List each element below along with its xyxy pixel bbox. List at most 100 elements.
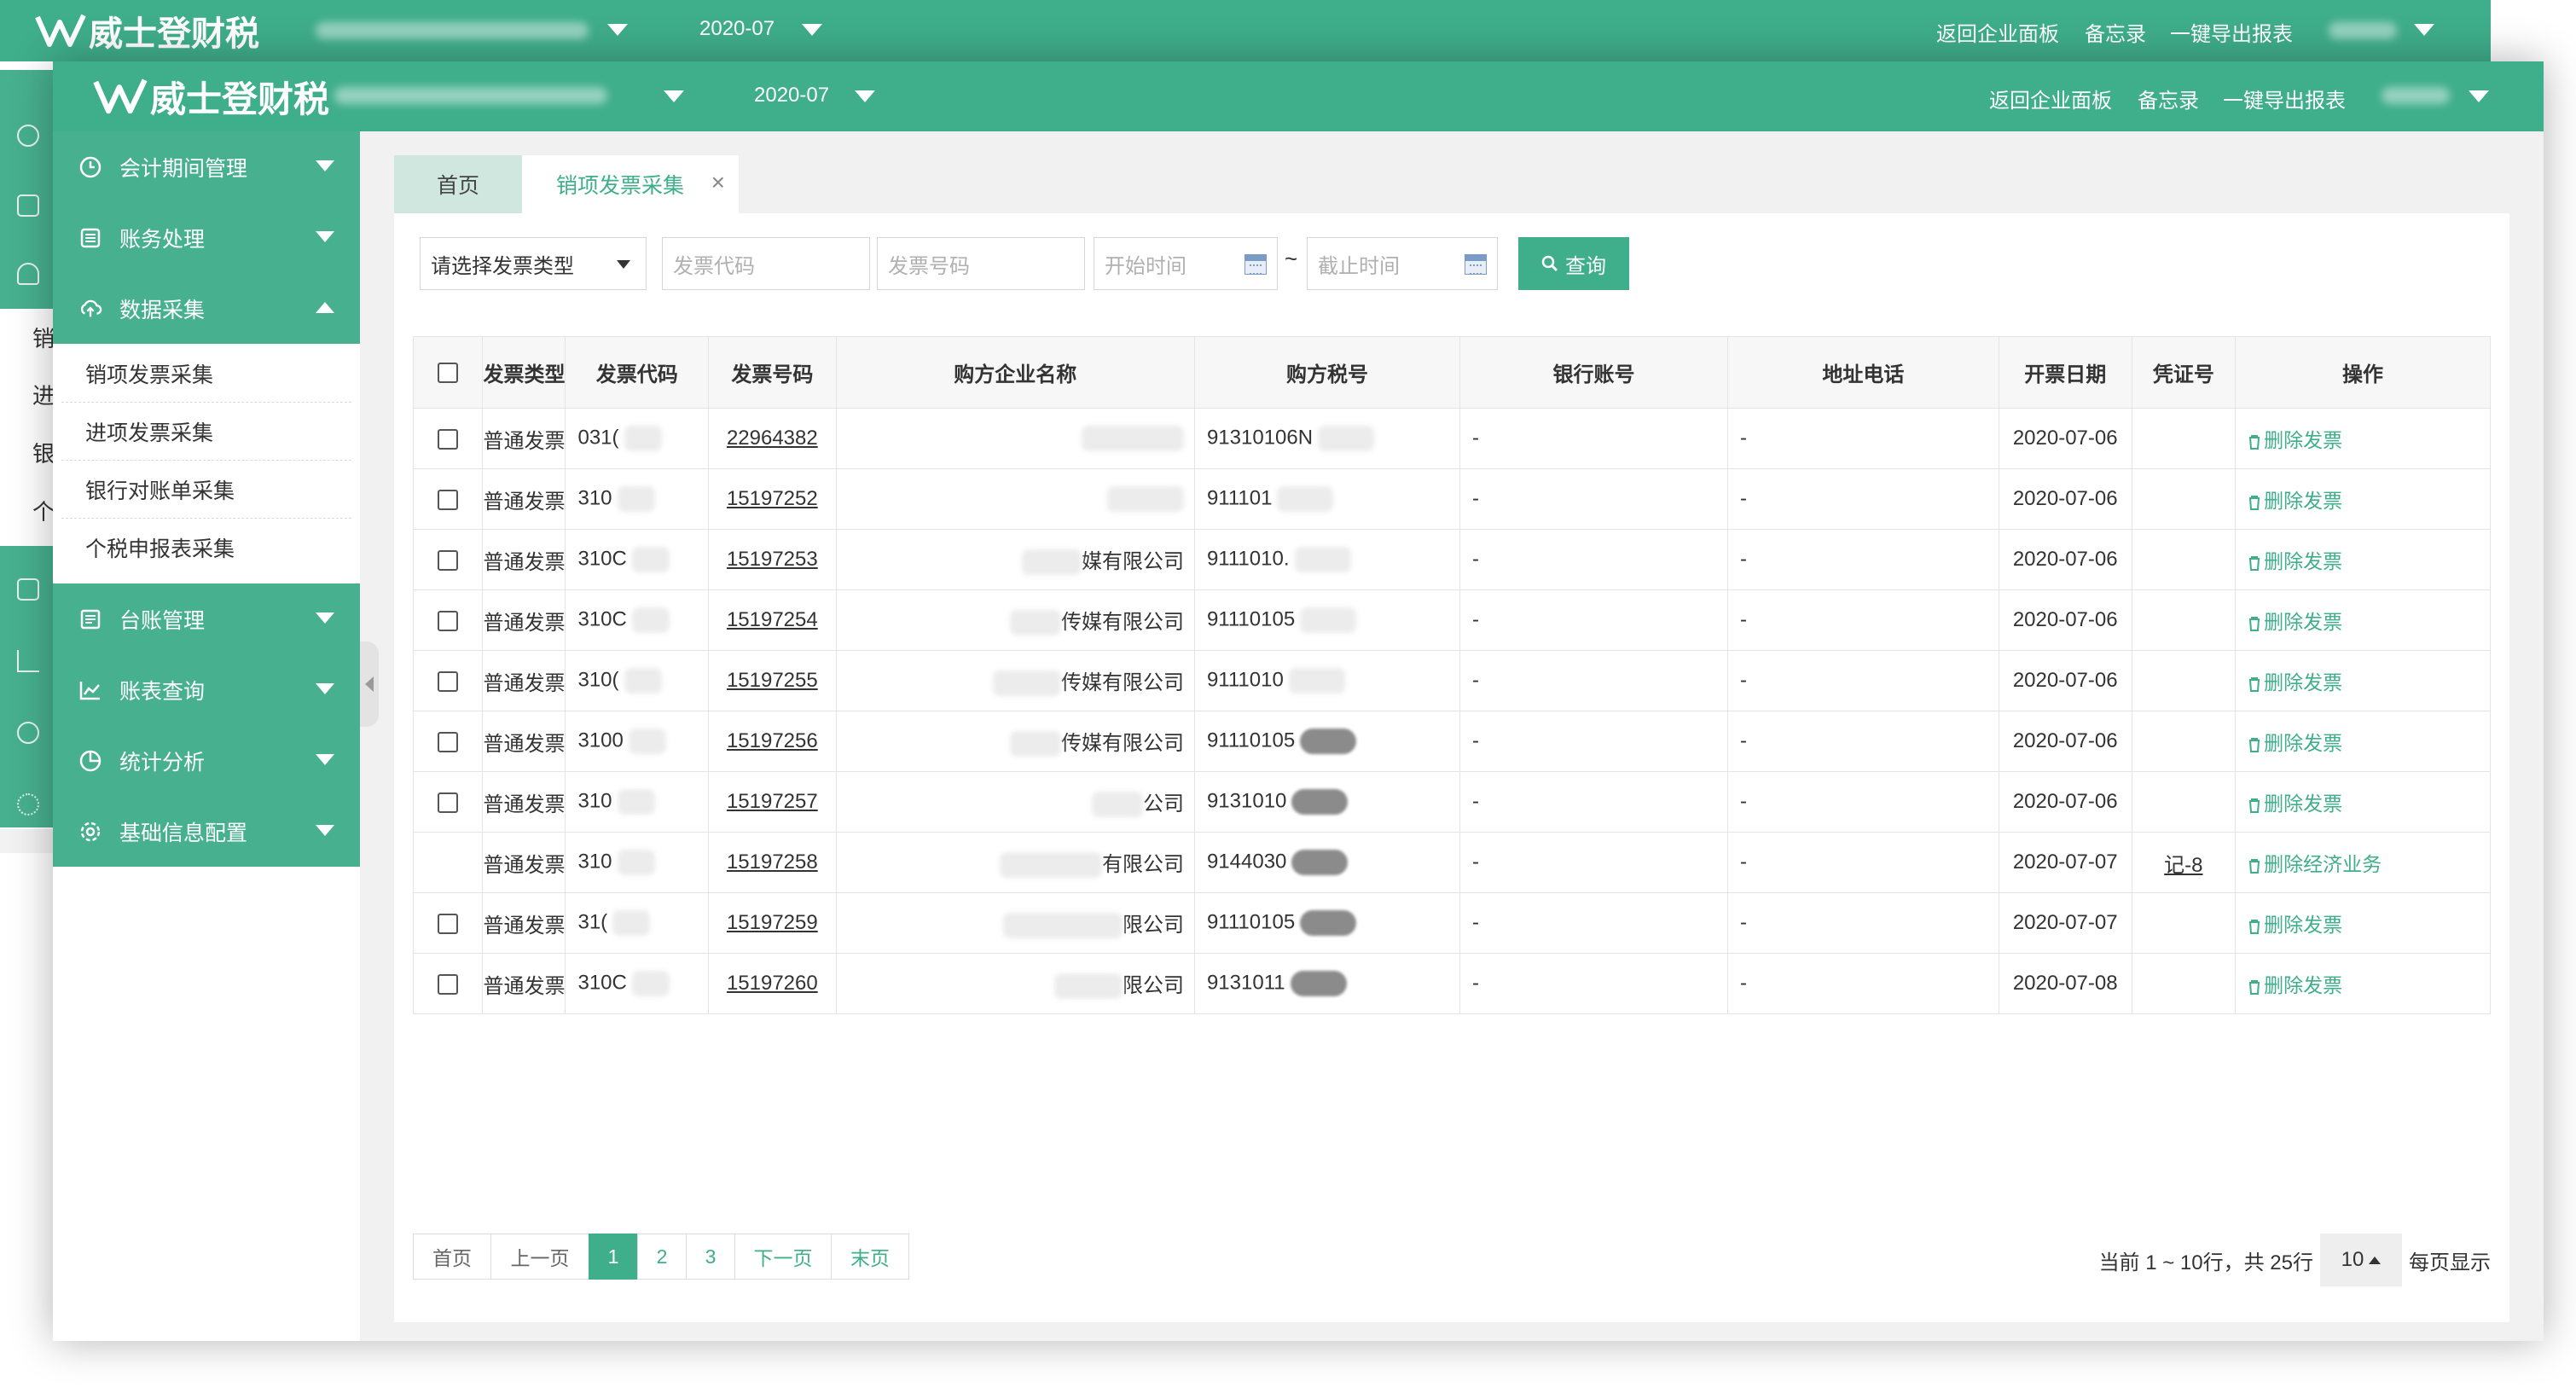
cell-invoice-number[interactable]: 22964382 [708,408,837,469]
logo[interactable]: 威士登财税 [92,72,329,121]
cell-invoice-number[interactable]: 15197253 [708,529,837,590]
checkbox-cell[interactable] [412,892,484,954]
invoice-number-link[interactable]: 15197252 [727,487,818,510]
delete-action-link[interactable]: 删除发票 [2248,490,2342,512]
invoice-number-link[interactable]: 15197253 [727,548,818,571]
cell-invoice-number[interactable]: 15197256 [708,711,837,772]
link-return-dashboard[interactable]: 返回企业面板 [1989,84,2112,113]
page-size-select[interactable]: 10 [2320,1234,2402,1286]
invoice-code-input[interactable]: 发票代码 [662,237,870,290]
table-row[interactable]: 普通发票 310(15197255 传媒有限公司 9111010- -2020-07-0… [412,650,2491,711]
calendar-icon[interactable] [1244,254,1267,275]
select-all-cell[interactable] [412,336,484,409]
checkbox-cell[interactable] [412,650,484,711]
checkbox-cell[interactable] [412,468,484,530]
sidebar-collapse-toggle[interactable] [360,641,379,727]
redacted-company-selector[interactable] [334,87,607,104]
sidebar-item-bank-statement[interactable]: 银行对账单采集 [61,461,351,519]
invoice-number-link[interactable]: 15197257 [727,790,818,813]
invoice-number-link[interactable]: 22964382 [727,427,818,450]
table-row[interactable]: 普通发票 310C 15197260 限公司 9131011- -2020-07-08 删除… [412,953,2491,1014]
checkbox-cell[interactable] [412,408,484,469]
sidebar-group-accounting-period[interactable]: 会计期间管理 [53,131,360,202]
row-checkbox[interactable] [438,670,459,692]
start-time-input[interactable]: 开始时间 [1094,237,1278,290]
invoice-number-link[interactable]: 15197260 [727,972,818,995]
page-first-button[interactable]: 首页 [413,1234,491,1280]
table-row[interactable]: 普通发票 031(22964382 91310106N - -2020-07-06 删除发… [412,408,2491,469]
cell-invoice-number[interactable]: 15197254 [708,589,837,651]
calendar-icon[interactable] [1465,254,1487,275]
sidebar-group-data-collection[interactable]: 数据采集 [53,273,360,344]
cell-voucher[interactable] [2131,408,2237,469]
close-icon[interactable]: × [711,169,725,196]
sidebar-item-sales-invoice[interactable]: 销项发票采集 [61,345,351,403]
row-checkbox[interactable] [438,549,459,571]
table-row[interactable]: 普通发票 3100 15197256 传媒有限公司 91110105- -2020-07-… [412,711,2491,772]
delete-action-link[interactable]: 删除发票 [2248,550,2342,572]
row-checkbox[interactable] [438,913,459,934]
checkbox-cell[interactable] [412,953,484,1014]
redacted-user-menu[interactable] [2382,87,2450,104]
table-row[interactable]: 普通发票 31(15197259 限公司 91110105- -2020-07-07 删除… [412,892,2491,954]
row-checkbox[interactable] [438,610,459,631]
row-checkbox[interactable] [438,792,459,813]
sidebar-item-income-tax-report[interactable]: 个税申报表采集 [61,519,351,577]
invoice-type-select[interactable]: 请选择发票类型 [420,237,647,290]
cell-voucher[interactable] [2131,650,2237,711]
delete-action-link[interactable]: 删除发票 [2248,792,2342,815]
invoice-number-link[interactable]: 15197256 [727,729,818,752]
page-last-button[interactable]: 末页 [831,1234,909,1280]
cell-invoice-number[interactable]: 15197255 [708,650,837,711]
page-next-button[interactable]: 下一页 [734,1234,832,1280]
period-selector[interactable]: 2020-07 [754,84,829,107]
cell-voucher[interactable] [2131,711,2237,772]
cell-voucher[interactable]: 记-8 [2131,832,2237,893]
company-dropdown-chevron-icon[interactable] [664,90,684,102]
sidebar-group-statistics[interactable]: 统计分析 [53,725,360,796]
cell-voucher[interactable] [2131,953,2237,1014]
delete-action-link[interactable]: 删除发票 [2248,974,2342,996]
cell-invoice-number[interactable]: 15197252 [708,468,837,530]
table-row[interactable]: 普通发票 310 15197257 公司 9131010- -2020-07-06 删除发票 [412,771,2491,833]
cell-invoice-number[interactable]: 15197260 [708,953,837,1014]
query-button[interactable]: 查询 [1518,237,1629,290]
sidebar-group-basic-config[interactable]: 基础信息配置 [53,796,360,867]
link-memo[interactable]: 备忘录 [2138,84,2199,113]
link-export-report[interactable]: 一键导出报表 [2223,84,2346,113]
checkbox-cell[interactable] [412,529,484,590]
invoice-number-link[interactable]: 15197255 [727,669,818,692]
row-checkbox[interactable] [438,428,459,450]
tab-sales-invoice[interactable]: 销项发票采集 × [522,155,739,213]
delete-action-link[interactable]: 删除发票 [2248,671,2342,694]
sidebar-group-ledger-management[interactable]: 台账管理 [53,583,360,654]
invoice-number-link[interactable]: 15197254 [727,608,818,631]
sidebar-item-purchase-invoice[interactable]: 进项发票采集 [61,403,351,461]
page-number-button[interactable]: 1 [589,1234,638,1280]
row-checkbox[interactable] [438,973,459,995]
checkbox-cell[interactable] [412,711,484,772]
table-row[interactable]: 普通发票 310C 15197253 媒有限公司 9111010. - -2020-07-0… [412,529,2491,590]
checkbox-cell[interactable] [412,832,484,893]
tab-home[interactable]: 首页 [394,155,522,213]
table-row[interactable]: 普通发票 310 15197252 911101- -2020-07-06 删除发票 [412,468,2491,530]
period-dropdown-chevron-icon[interactable] [855,90,875,102]
cell-voucher[interactable] [2131,892,2237,954]
sidebar-group-report-query[interactable]: 账表查询 [53,654,360,725]
user-menu-chevron-icon[interactable] [2469,90,2489,102]
page-number-button[interactable]: 3 [686,1234,735,1280]
cell-voucher[interactable] [2131,529,2237,590]
page-prev-button[interactable]: 上一页 [490,1234,589,1280]
table-row[interactable]: 普通发票 310C 15197254 传媒有限公司 91110105- -2020-07-… [412,589,2491,651]
row-checkbox[interactable] [438,731,459,752]
delete-action-link[interactable]: 删除发票 [2248,914,2342,936]
invoice-number-link[interactable]: 15197258 [727,850,818,874]
cell-invoice-number[interactable]: 15197258 [708,832,837,893]
delete-action-link[interactable]: 删除发票 [2248,429,2342,451]
cell-invoice-number[interactable]: 15197259 [708,892,837,954]
invoice-number-link[interactable]: 15197259 [727,911,818,934]
cell-voucher[interactable] [2131,771,2237,833]
delete-action-link[interactable]: 删除发票 [2248,611,2342,633]
select-all-checkbox[interactable] [438,363,459,384]
end-time-input[interactable]: 截止时间 [1307,237,1498,290]
